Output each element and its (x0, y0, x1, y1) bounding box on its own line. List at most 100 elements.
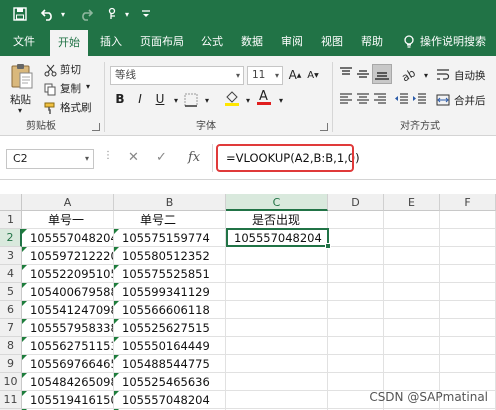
cell-f3[interactable] (440, 247, 496, 265)
cell-d10[interactable] (328, 373, 384, 391)
cell-e9[interactable] (384, 355, 440, 373)
cell-e4[interactable] (384, 265, 440, 283)
row-header[interactable]: 9 (0, 355, 22, 373)
row-header[interactable]: 11 (0, 391, 22, 409)
cell-d4[interactable] (328, 265, 384, 283)
tab-insert[interactable]: 插入 (94, 28, 128, 56)
fill-color-dropdown-icon[interactable]: ▾ (240, 92, 256, 108)
font-launcher-icon[interactable] (320, 123, 328, 131)
tell-me-search[interactable]: 操作说明搜索 (420, 28, 494, 56)
worksheet-grid[interactable]: A B C D E F 1 单号一 单号二 是否出现 2 105557048204 1055… (0, 180, 496, 410)
merge-center-button[interactable]: 合并后 (454, 93, 486, 108)
cell-c5[interactable] (226, 283, 328, 301)
tab-formulas[interactable]: 公式 (196, 28, 228, 56)
cell-f5[interactable] (440, 283, 496, 301)
name-box[interactable]: C2 ▾ (6, 149, 94, 169)
cell-a7[interactable]: 105557958338 (22, 319, 114, 337)
cell-f10[interactable] (440, 373, 496, 391)
align-bottom-icon[interactable] (372, 64, 392, 84)
cell-a6[interactable]: 105541247098 (22, 301, 114, 319)
tab-data[interactable]: 数据 (236, 28, 268, 56)
tab-home[interactable]: 开始 (50, 30, 88, 56)
cell-b5[interactable]: 105599341129 (114, 283, 226, 301)
font-color-icon[interactable]: A (256, 88, 272, 110)
cell-e3[interactable] (384, 247, 440, 265)
tab-review[interactable]: 审阅 (276, 28, 308, 56)
cell-b9[interactable]: 105488544775 (114, 355, 226, 373)
enter-icon[interactable]: ✓ (156, 150, 167, 165)
cell-e6[interactable] (384, 301, 440, 319)
font-size-select[interactable]: 11 ▾ (247, 66, 283, 85)
save-icon[interactable] (10, 4, 30, 24)
font-color-dropdown-icon[interactable]: ▾ (273, 92, 289, 108)
undo-dropdown-icon[interactable]: ▾ (58, 4, 68, 24)
cell-d7[interactable] (328, 319, 384, 337)
undo-icon[interactable] (38, 4, 58, 24)
cell-d2[interactable] (328, 229, 384, 247)
cut-button[interactable]: 剪切 (60, 62, 81, 77)
italic-icon[interactable]: I (132, 91, 148, 107)
cell-a10[interactable]: 105484265098 (22, 373, 114, 391)
select-all-corner[interactable] (0, 194, 22, 211)
touch-mode-dropdown-icon[interactable]: ▾ (122, 4, 132, 24)
increase-font-icon[interactable]: A ▲ (287, 67, 303, 83)
row-header[interactable]: 7 (0, 319, 22, 337)
underline-dropdown-icon[interactable]: ▾ (168, 92, 184, 108)
cancel-icon[interactable]: ✕ (128, 150, 139, 165)
copy-dropdown-icon[interactable]: ▾ (86, 82, 90, 91)
align-middle-icon[interactable] (355, 66, 371, 86)
customize-icon[interactable] (138, 4, 154, 24)
align-left-icon[interactable] (338, 91, 354, 111)
tab-view[interactable]: 视图 (316, 28, 348, 56)
orientation-icon[interactable]: ab (399, 66, 417, 86)
cell-c7[interactable] (226, 319, 328, 337)
cell-a2[interactable]: 105557048204 (22, 229, 114, 247)
row-header[interactable]: 5 (0, 283, 22, 301)
fill-handle[interactable] (325, 243, 331, 249)
cell-d9[interactable] (328, 355, 384, 373)
cell-a3[interactable]: 105597212220 (22, 247, 114, 265)
align-center-icon[interactable] (355, 91, 371, 111)
clipboard-launcher-icon[interactable] (92, 123, 100, 131)
cell-b6[interactable]: 105566606118 (114, 301, 226, 319)
cell-f6[interactable] (440, 301, 496, 319)
tab-page-layout[interactable]: 页面布局 (134, 28, 190, 56)
cell-d6[interactable] (328, 301, 384, 319)
cell-d3[interactable] (328, 247, 384, 265)
cell-a5[interactable]: 105400679588 (22, 283, 114, 301)
cell-b10[interactable]: 105525465636 (114, 373, 226, 391)
cell-c1[interactable]: 是否出现 (226, 211, 328, 229)
cell-e1[interactable] (384, 211, 440, 229)
row-header[interactable]: 8 (0, 337, 22, 355)
borders-icon[interactable] (184, 92, 198, 111)
cell-a1[interactable]: 单号一 (22, 211, 114, 229)
bold-icon[interactable]: B (112, 91, 128, 107)
format-painter-button[interactable]: 格式刷 (60, 100, 92, 115)
column-header-e[interactable]: E (384, 194, 440, 211)
cell-e2[interactable] (384, 229, 440, 247)
wrap-text-button[interactable]: 自动换 (454, 68, 486, 83)
cell-f1[interactable] (440, 211, 496, 229)
tab-file[interactable]: 文件 (6, 28, 42, 56)
cell-c4[interactable] (226, 265, 328, 283)
row-header[interactable]: 4 (0, 265, 22, 283)
cell-c9[interactable] (226, 355, 328, 373)
cell-f9[interactable] (440, 355, 496, 373)
column-header-b[interactable]: B (114, 194, 226, 211)
tab-help[interactable]: 帮助 (356, 28, 388, 56)
row-header[interactable]: 2 (0, 229, 22, 247)
cell-b1[interactable]: 单号二 (114, 211, 226, 229)
cell-e8[interactable] (384, 337, 440, 355)
cell-d1[interactable] (328, 211, 384, 229)
cell-d5[interactable] (328, 283, 384, 301)
touch-mode-icon[interactable] (102, 4, 122, 24)
row-header[interactable]: 10 (0, 373, 22, 391)
align-right-icon[interactable] (372, 91, 388, 111)
cell-c8[interactable] (226, 337, 328, 355)
cell-c11[interactable] (226, 391, 328, 409)
cell-e10[interactable] (384, 373, 440, 391)
cell-c6[interactable] (226, 301, 328, 319)
cell-b4[interactable]: 105575525851 (114, 265, 226, 283)
cell-e7[interactable] (384, 319, 440, 337)
cell-c3[interactable] (226, 247, 328, 265)
